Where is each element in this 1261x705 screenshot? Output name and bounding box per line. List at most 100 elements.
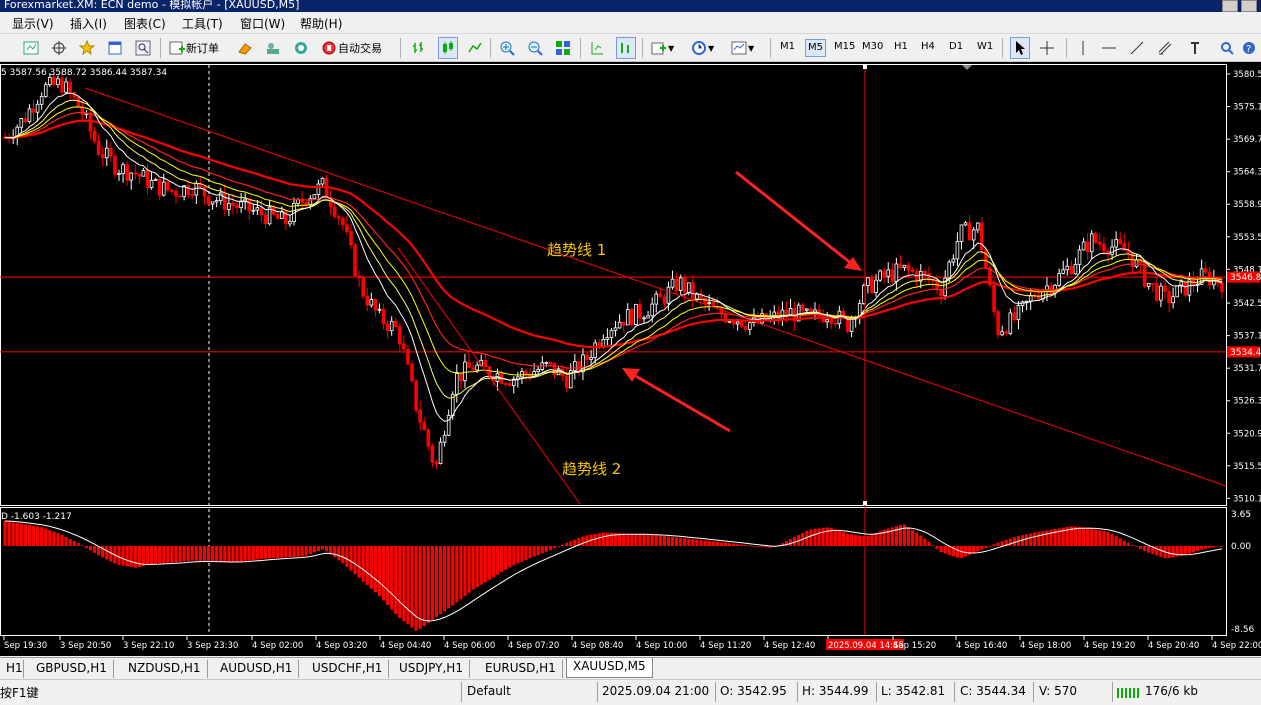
tab-nzdusd[interactable]: NZDUSD,H1 (122, 660, 208, 678)
time-tick-label: 4 Sep 07:20 (508, 641, 559, 651)
macd-bar (186, 545, 190, 561)
signals-button[interactable] (264, 37, 282, 59)
new-chart-icon (22, 39, 40, 57)
auto-trading-button[interactable]: 自动交易 (320, 37, 382, 59)
periods-button[interactable]: ▼ (690, 37, 714, 59)
autoscroll-button[interactable] (588, 37, 606, 59)
text-button[interactable] (1186, 37, 1204, 59)
candle-body (100, 154, 105, 159)
timeframe-m5[interactable]: M5 (805, 39, 826, 57)
timeframe-d1[interactable]: D1 (947, 39, 965, 57)
timeframe-m15[interactable]: M15 (832, 39, 857, 57)
menu-insert[interactable]: 插入(I) (70, 15, 107, 32)
macd-bar (972, 545, 976, 554)
chart-shift-button[interactable] (616, 37, 636, 59)
candle-body (735, 321, 740, 325)
toolbar-separator (490, 38, 491, 58)
candle-body (483, 359, 488, 368)
history-button[interactable] (236, 37, 254, 59)
candle-body (894, 263, 899, 282)
restore-button[interactable] (1241, 0, 1257, 12)
navigator-button[interactable] (106, 37, 124, 59)
templates-button[interactable]: ▼ (730, 37, 754, 59)
price-chart[interactable]: 3580.53575.13569.73564.33558.93553.53548… (0, 62, 1261, 656)
line-chart-button[interactable] (466, 37, 484, 59)
candle-body (125, 164, 129, 181)
candle-body (153, 179, 158, 181)
timeframe-m1[interactable]: M1 (778, 39, 797, 57)
tab-eurusd[interactable]: EURUSD,H1 (479, 660, 563, 678)
zoom-out-button[interactable] (526, 37, 544, 59)
candle-body (1110, 246, 1114, 255)
market-button[interactable] (292, 37, 310, 59)
menu-window[interactable]: 窗口(W) (240, 15, 285, 32)
move-icon (50, 39, 68, 57)
time-tick-label: 3 Sep 23:30 (187, 641, 238, 651)
price-tick-label: 3537.1 (1233, 332, 1261, 342)
candle-body (963, 222, 968, 226)
timeframe-h4[interactable]: H4 (919, 39, 937, 57)
macd-bar (927, 542, 931, 546)
candle-body (646, 315, 650, 319)
horizontal-line-button[interactable] (1100, 37, 1118, 59)
zoom-in-button[interactable] (498, 37, 516, 59)
macd-bar (858, 535, 862, 546)
new-order-button[interactable]: 新订单 (168, 37, 219, 59)
fibonacci-button[interactable] (1156, 37, 1174, 59)
crosshair-handle-top[interactable] (863, 65, 867, 69)
macd-bar (231, 545, 235, 563)
trendline-2[interactable] (397, 247, 581, 505)
menu-view[interactable]: 显示(V) (12, 15, 54, 32)
candle-body (1037, 296, 1041, 300)
timeframe-w1[interactable]: W1 (975, 39, 995, 57)
bar-chart-button[interactable] (410, 37, 428, 59)
chart-shift-marker[interactable] (962, 65, 972, 70)
candle-body (48, 76, 52, 86)
new-chart-button[interactable] (22, 37, 40, 59)
chart-shift-icon (617, 39, 635, 57)
time-tick-label: 4 Sep 20:40 (1148, 641, 1199, 651)
title-bar: Forexmarket.XM: ECN demo - 模拟帐户 - [XAUUS… (0, 0, 1261, 12)
status-help: 按F1键 (0, 686, 39, 700)
tab-xauusd[interactable]: XAUUSD,M5 (566, 658, 653, 678)
menu-tools[interactable]: 工具(T) (182, 15, 223, 32)
status-profile[interactable]: Default (467, 684, 511, 698)
menu-help[interactable]: 帮助(H) (300, 15, 342, 32)
tile-windows-button[interactable] (554, 37, 572, 59)
candle-body (1167, 291, 1171, 304)
tab-gbpusd[interactable]: GBPUSD,H1 (30, 660, 114, 678)
crosshair-button[interactable] (1038, 37, 1056, 59)
cursor-button[interactable] (1010, 37, 1030, 59)
help-button[interactable]: ? (1240, 37, 1258, 59)
candlestick-button[interactable] (438, 37, 458, 59)
macd-bar (862, 536, 866, 546)
indicators-button[interactable]: ▼ (650, 37, 674, 59)
vertical-line-button[interactable] (1074, 37, 1092, 59)
candle-body (402, 343, 406, 350)
candle-body (947, 261, 952, 279)
tab-usdchf[interactable]: USDCHF,H1 (306, 660, 390, 678)
tab-usdjpy[interactable]: USDJPY,H1 (393, 660, 470, 678)
candle-body (886, 269, 891, 277)
macd-bar (919, 535, 923, 546)
candle-body (573, 361, 577, 372)
search-button[interactable] (1218, 37, 1236, 59)
chart-window[interactable]: 3580.5 3575.1 3569.7 3564.3 3558.9 3553.5 3548… (0, 62, 1261, 656)
macd-bar (48, 530, 52, 546)
toolbar-separator (400, 38, 401, 58)
crosshair-move-button[interactable] (50, 37, 68, 59)
arrow-annotation-upper[interactable] (735, 170, 862, 271)
arrow-annotation-lower[interactable] (622, 368, 731, 433)
macd-bottom-label: -8.56 (1231, 625, 1255, 635)
timeframe-m30[interactable]: M30 (860, 39, 885, 57)
crosshair-handle-bottom[interactable] (863, 501, 867, 505)
timeframe-h1[interactable]: H1 (892, 39, 910, 57)
favorites-button[interactable] (78, 37, 96, 59)
trendline-button[interactable] (1128, 37, 1146, 59)
minimize-button[interactable] (1222, 0, 1238, 12)
macd-bar (459, 545, 463, 600)
menu-charts[interactable]: 图表(C) (124, 15, 166, 32)
tab-audusd[interactable]: AUDUSD,H1 (214, 660, 300, 678)
zoom-window-button[interactable] (134, 37, 152, 59)
tab-h1[interactable]: H1 (0, 660, 24, 678)
